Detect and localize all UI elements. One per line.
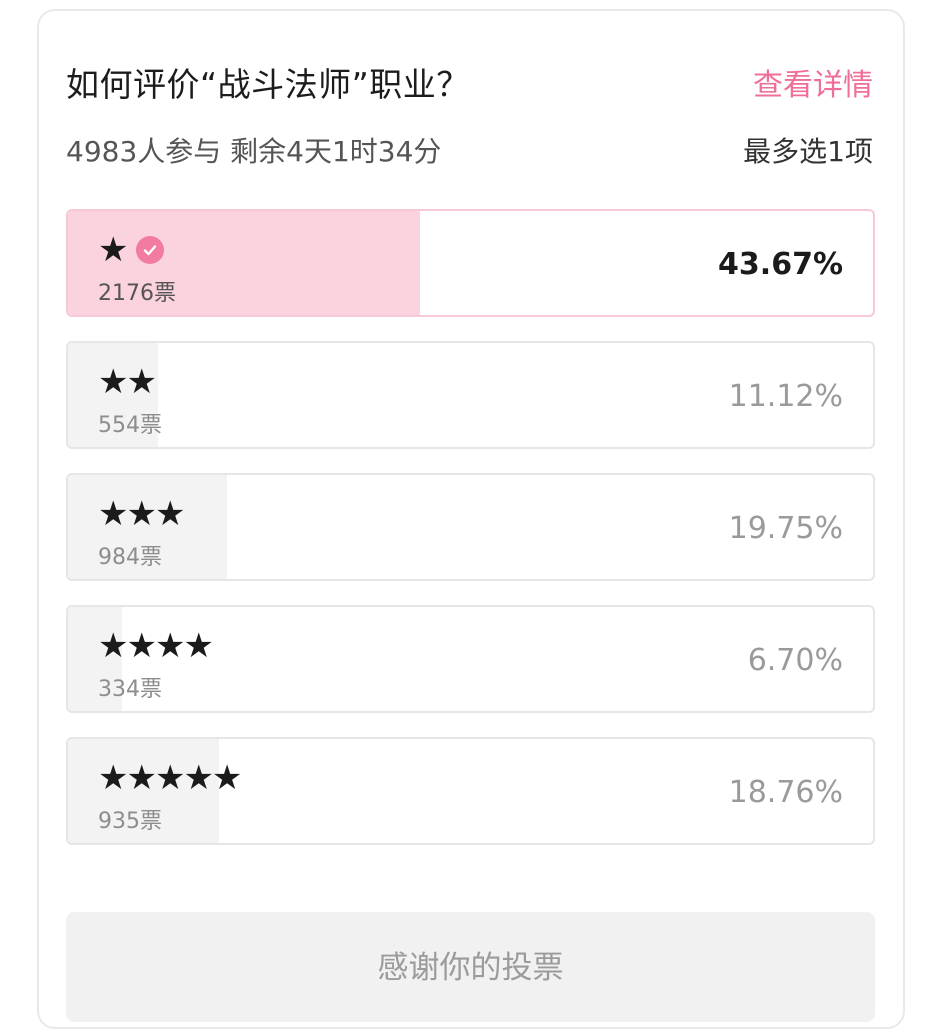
poll-title: 如何评价“战斗法师”职业？ xyxy=(66,65,470,104)
vote-count: 2176票 xyxy=(98,281,176,306)
poll-rule: 最多选1项 xyxy=(743,135,873,168)
option-label: ★★★ xyxy=(98,494,185,534)
check-circle-icon xyxy=(136,236,165,264)
poll-meta: 4983人参与 剩余4天1时34分 xyxy=(66,135,442,168)
vote-percent: 11.12% xyxy=(728,379,843,414)
option-label: ★★ xyxy=(98,362,157,402)
vote-percent: 18.76% xyxy=(728,775,843,810)
star-icon: ★★★★★ xyxy=(98,758,242,798)
poll-options: ★ 2176票 43.67% ★★ 554票 11.12% ★★★ 984票 1… xyxy=(66,209,875,869)
thanks-for-voting-button[interactable]: 感谢你的投票 xyxy=(66,912,875,1022)
poll-option-5-stars[interactable]: ★★★★★ 935票 18.76% xyxy=(66,737,875,845)
star-icon: ★★★★ xyxy=(98,626,214,666)
vote-count: 935票 xyxy=(98,809,162,834)
poll-option-2-stars[interactable]: ★★ 554票 11.12% xyxy=(66,341,875,449)
option-label: ★★★★★ xyxy=(98,758,242,798)
poll-option-3-stars[interactable]: ★★★ 984票 19.75% xyxy=(66,473,875,581)
poll-option-1-star[interactable]: ★ 2176票 43.67% xyxy=(66,209,875,317)
star-icon: ★★ xyxy=(98,362,157,402)
vote-count: 334票 xyxy=(98,677,162,702)
vote-count: 984票 xyxy=(98,545,162,570)
vote-count: 554票 xyxy=(98,413,162,438)
option-label: ★ xyxy=(98,230,165,270)
star-icon: ★★★ xyxy=(98,494,185,534)
view-details-link[interactable]: 查看详情 xyxy=(753,60,873,104)
vote-percent: 19.75% xyxy=(728,511,843,546)
poll-option-4-stars[interactable]: ★★★★ 334票 6.70% xyxy=(66,605,875,713)
vote-percent: 6.70% xyxy=(747,643,843,678)
star-icon: ★ xyxy=(98,230,129,270)
vote-percent: 43.67% xyxy=(718,247,843,282)
option-label: ★★★★ xyxy=(98,626,214,666)
